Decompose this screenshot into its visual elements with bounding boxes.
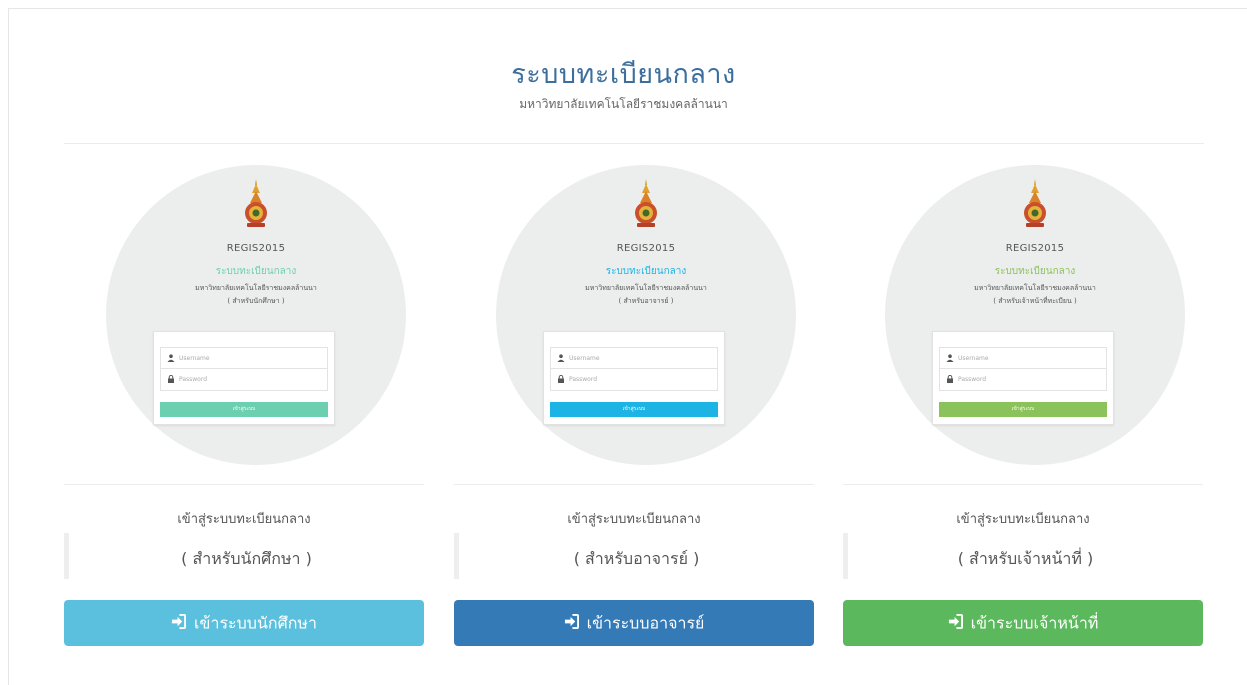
lock-icon xyxy=(168,375,174,383)
username-field[interactable] xyxy=(939,347,1107,369)
role-label: ( สำหรับเจ้าหน้าที่ ) xyxy=(957,549,1094,568)
button-label: เข้าระบบอาจารย์ xyxy=(586,613,705,633)
button-label: เข้าระบบนักศึกษา xyxy=(194,613,317,633)
username-field[interactable] xyxy=(550,347,718,369)
lock-icon xyxy=(558,375,564,383)
column-description: เข้าสู่ระบบทะเบียนกลาง xyxy=(567,512,701,527)
mini-login-button[interactable]: เข้าสู่ระบบ xyxy=(939,402,1107,417)
username-input[interactable] xyxy=(179,348,324,368)
button-label: เข้าระบบเจ้าหน้าที่ xyxy=(970,613,1099,633)
card-title: ระบบทะเบียนกลาง xyxy=(994,266,1076,277)
role-blockquote: ( สำหรับนักศึกษา ) xyxy=(64,533,424,579)
password-field[interactable] xyxy=(160,369,328,391)
user-icon xyxy=(946,354,954,362)
app-name: REGIS2015 xyxy=(226,243,286,254)
sign-in-icon xyxy=(948,614,963,629)
card-university: มหาวิทยาลัยเทคโนโลยีราชมงคลล้านนา xyxy=(195,284,317,292)
username-input[interactable] xyxy=(958,348,1103,368)
app-name: REGIS2015 xyxy=(1005,243,1065,254)
username-field[interactable] xyxy=(160,347,328,369)
card-university: มหาวิทยาลัยเทคโนโลยีราชมงคลล้านนา xyxy=(585,284,707,292)
role-label: ( สำหรับอาจารย์ ) xyxy=(573,549,700,568)
staff-login-button[interactable]: เข้าระบบเจ้าหน้าที่ xyxy=(843,600,1203,646)
student-column: REGIS2015 ระบบทะเบียนกลาง มหาวิทยาลัยเทค… xyxy=(64,0,424,685)
column-divider xyxy=(64,484,424,485)
card-title: ระบบทะเบียนกลาง xyxy=(215,266,297,277)
staff-column: REGIS2015 ระบบทะเบียนกลาง มหาวิทยาลัยเทค… xyxy=(843,0,1203,685)
password-input[interactable] xyxy=(179,369,324,389)
student-preview-circle: REGIS2015 ระบบทะเบียนกลาง มหาวิทยาลัยเทค… xyxy=(106,165,406,465)
mini-login-button[interactable]: เข้าสู่ระบบ xyxy=(550,402,718,417)
card-title: ระบบทะเบียนกลาง xyxy=(605,266,687,277)
teacher-preview-circle: REGIS2015 ระบบทะเบียนกลาง มหาวิทยาลัยเทค… xyxy=(496,165,796,465)
card-university: มหาวิทยาลัยเทคโนโลยีราชมงคลล้านนา xyxy=(974,284,1096,292)
card-role: ( สำหรับเจ้าหน้าที่ทะเบียน ) xyxy=(993,297,1077,305)
login-form-preview: เข้าสู่ระบบ xyxy=(932,331,1114,425)
column-description: เข้าสู่ระบบทะเบียนกลาง xyxy=(177,512,311,527)
lock-icon xyxy=(947,375,953,383)
role-blockquote: ( สำหรับอาจารย์ ) xyxy=(454,533,814,579)
sign-in-icon xyxy=(564,614,579,629)
university-emblem-icon xyxy=(245,179,267,227)
column-divider xyxy=(454,484,814,485)
password-input[interactable] xyxy=(569,369,714,389)
login-form-preview: เข้าสู่ระบบ xyxy=(543,331,725,425)
password-input[interactable] xyxy=(958,369,1103,389)
role-blockquote: ( สำหรับเจ้าหน้าที่ ) xyxy=(843,533,1203,579)
column-description: เข้าสู่ระบบทะเบียนกลาง xyxy=(956,512,1090,527)
staff-preview-circle: REGIS2015 ระบบทะเบียนกลาง มหาวิทยาลัยเทค… xyxy=(885,165,1185,465)
password-field[interactable] xyxy=(550,369,718,391)
university-emblem-icon xyxy=(1024,179,1046,227)
login-form-preview: เข้าสู่ระบบ xyxy=(153,331,335,425)
password-field[interactable] xyxy=(939,369,1107,391)
role-label: ( สำหรับนักศึกษา ) xyxy=(181,549,312,568)
university-emblem-icon xyxy=(635,179,657,227)
student-login-button[interactable]: เข้าระบบนักศึกษา xyxy=(64,600,424,646)
app-name: REGIS2015 xyxy=(616,243,676,254)
username-input[interactable] xyxy=(569,348,714,368)
teacher-login-button[interactable]: เข้าระบบอาจารย์ xyxy=(454,600,814,646)
card-role: ( สำหรับนักศึกษา ) xyxy=(227,297,285,305)
user-icon xyxy=(167,354,175,362)
column-divider xyxy=(843,484,1203,485)
mini-login-button[interactable]: เข้าสู่ระบบ xyxy=(160,402,328,417)
user-icon xyxy=(557,354,565,362)
card-role: ( สำหรับอาจารย์ ) xyxy=(618,297,674,305)
teacher-column: REGIS2015 ระบบทะเบียนกลาง มหาวิทยาลัยเทค… xyxy=(454,0,814,685)
sign-in-icon xyxy=(171,614,187,629)
